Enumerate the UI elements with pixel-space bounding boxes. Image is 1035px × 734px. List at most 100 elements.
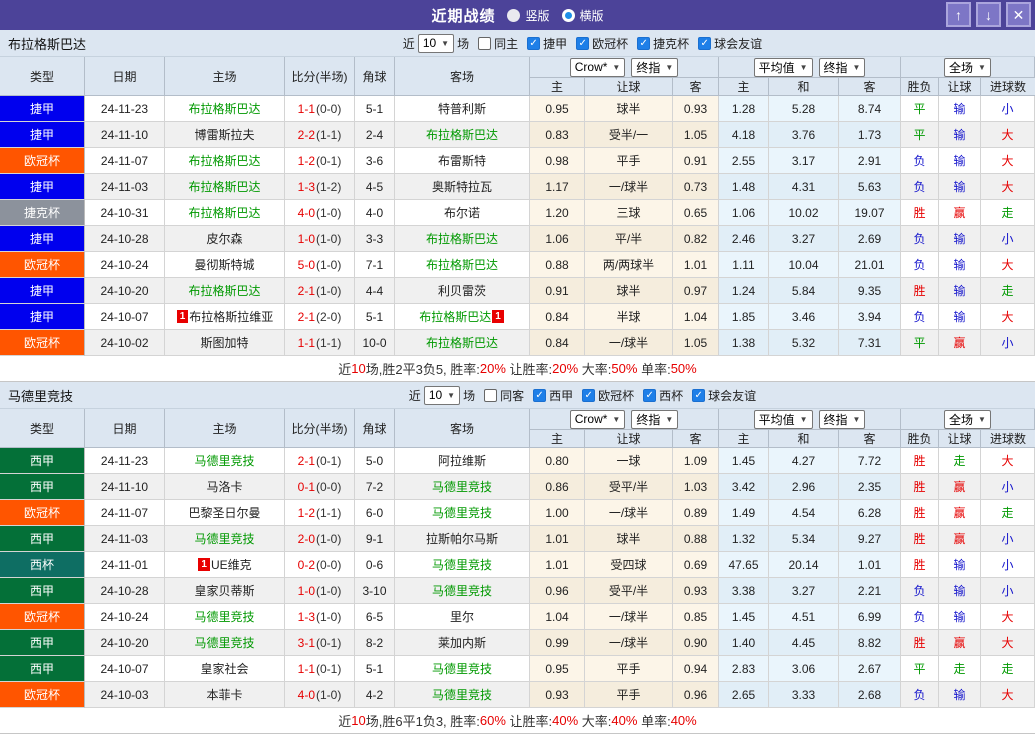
- handicap-home-odds: 0.95: [530, 96, 585, 122]
- league-filter-checkbox[interactable]: ✓: [637, 36, 651, 50]
- layout-radio-vertical[interactable]: 竖版: [507, 7, 550, 24]
- summary-segment: 50%: [611, 361, 638, 376]
- scroll-up-button[interactable]: ↑: [946, 2, 971, 27]
- chevron-down-icon: ▼: [612, 414, 621, 424]
- handicap-away-odds: 1.05: [673, 330, 719, 356]
- europe-home-odds: 1.48: [719, 174, 769, 200]
- home-team-cell: 马德里竞技: [165, 604, 285, 630]
- result-handicap: 赢: [939, 474, 981, 500]
- rank-badge: 1: [492, 310, 504, 323]
- summary-segment: 让胜率:: [505, 362, 553, 377]
- handicap-home-odds: 0.80: [530, 448, 585, 474]
- handicap-home-odds: 0.84: [530, 330, 585, 356]
- arrow-down-icon: ↓: [985, 6, 992, 23]
- matches-count-select[interactable]: 10 ▼: [417, 33, 455, 53]
- result-handicap: 赢: [939, 330, 981, 356]
- handicap-away-odds: 0.94: [673, 656, 719, 682]
- period-select[interactable]: 全场 ▼: [944, 409, 991, 429]
- handicap-away-odds: 1.05: [673, 122, 719, 148]
- europe-time-select[interactable]: 终指 ▼: [818, 409, 866, 429]
- sub-column-header: 客: [673, 430, 719, 448]
- league-filter-checkbox[interactable]: ✓: [533, 388, 547, 402]
- team-name-text: 利贝雷茨: [437, 284, 486, 298]
- home-team-cell: 马德里竞技: [165, 630, 285, 656]
- europe-draw-odds: 5.34: [769, 526, 839, 552]
- fulltime-score: 3-1: [297, 635, 315, 650]
- europe-away-odds: 8.74: [839, 96, 901, 122]
- section-summary: 近 10 场,胜2平3负5, 胜率: 20% 让胜率: 20% 大率: 50% 单率: 50…: [0, 356, 1035, 382]
- corner-score-cell: 5-1: [355, 304, 395, 330]
- score-cell: 1-2 (1-1): [285, 500, 355, 526]
- sub-column-header: 客: [839, 430, 901, 448]
- sub-column-header: 进球数: [981, 430, 1035, 448]
- europe-odds-select[interactable]: 平均值 ▼: [753, 409, 813, 429]
- europe-away-odds: 2.67: [839, 656, 901, 682]
- league-filter-checkbox[interactable]: ✓: [582, 388, 596, 402]
- handicap-home-odds: 0.83: [530, 122, 585, 148]
- score-cell: 4-0 (1-0): [285, 682, 355, 708]
- match-date: 24-11-10: [85, 474, 165, 500]
- europe-home-odds: 3.42: [719, 474, 769, 500]
- result-goals: 走: [981, 500, 1035, 526]
- league-filter-checkbox[interactable]: ✓: [698, 36, 712, 50]
- europe-odds-select[interactable]: 平均值 ▼: [753, 57, 813, 77]
- match-date: 24-11-23: [85, 448, 165, 474]
- europe-away-odds: 9.35: [839, 278, 901, 304]
- odds-company-select[interactable]: Crow* ▼: [569, 57, 626, 77]
- europe-draw-odds: 4.54: [769, 500, 839, 526]
- match-date: 24-10-07: [85, 656, 165, 682]
- result-goals: 小: [981, 552, 1035, 578]
- europe-draw-odds: 10.04: [769, 252, 839, 278]
- league-filter-checkbox[interactable]: ✓: [643, 388, 657, 402]
- europe-away-odds: 6.99: [839, 604, 901, 630]
- result-goals: 小: [981, 330, 1035, 356]
- handicap-away-odds: 1.03: [673, 474, 719, 500]
- same-venue-checkbox[interactable]: [484, 388, 498, 402]
- match-date: 24-11-03: [85, 174, 165, 200]
- match-type-badge: 捷克杯: [0, 200, 85, 226]
- league-filter-checkbox[interactable]: ✓: [576, 36, 590, 50]
- home-team-cell: 巴黎圣日尔曼: [165, 500, 285, 526]
- team-name-text: 布拉格斯巴达: [425, 232, 498, 246]
- close-button[interactable]: ✕: [1006, 2, 1031, 27]
- europe-away-odds: 5.63: [839, 174, 901, 200]
- result-handicap: 输: [939, 604, 981, 630]
- europe-draw-odds: 3.46: [769, 304, 839, 330]
- handicap-home-odds: 1.17: [530, 174, 585, 200]
- handicap-away-odds: 0.73: [673, 174, 719, 200]
- europe-draw-odds: 3.06: [769, 656, 839, 682]
- handicap-home-odds: 0.95: [530, 656, 585, 682]
- europe-draw-odds: 3.27: [769, 578, 839, 604]
- layout-radio-horizontal[interactable]: 横版: [561, 7, 604, 24]
- home-team-cell: 1 布拉格斯拉维亚: [165, 304, 285, 330]
- match-type-badge: 西甲: [0, 578, 85, 604]
- result-winloss: 胜: [901, 526, 939, 552]
- handicap-line: 一/球半: [585, 500, 673, 526]
- same-venue-checkbox[interactable]: [478, 36, 492, 50]
- league-filter-checkbox[interactable]: ✓: [527, 36, 541, 50]
- result-goals: 大: [981, 304, 1035, 330]
- summary-segment: 大率:: [578, 714, 612, 729]
- league-filter-checkbox[interactable]: ✓: [692, 388, 706, 402]
- score-cell: 2-1 (0-1): [285, 448, 355, 474]
- window-controls: ↑ ↓ ✕: [946, 2, 1031, 27]
- period-select[interactable]: 全场 ▼: [944, 57, 991, 77]
- handicap-away-odds: 0.88: [673, 526, 719, 552]
- europe-home-odds: 2.83: [719, 656, 769, 682]
- sub-column-header: 客: [673, 78, 719, 96]
- scroll-down-button[interactable]: ↓: [976, 2, 1001, 27]
- matches-count-select[interactable]: 10 ▼: [423, 385, 461, 405]
- team-name-text: 布拉格斯拉维亚: [189, 310, 274, 324]
- column-header: 比分(半场): [285, 57, 355, 96]
- europe-time-select[interactable]: 终指 ▼: [818, 57, 866, 77]
- odds-time-select[interactable]: 终指 ▼: [631, 409, 679, 429]
- league-filter-label: 捷克杯: [653, 36, 690, 51]
- team-name-text: 马德里竞技: [431, 558, 492, 572]
- odds-company-select[interactable]: Crow* ▼: [569, 409, 626, 429]
- result-winloss: 负: [901, 604, 939, 630]
- odds-time-select[interactable]: 终指 ▼: [631, 57, 679, 77]
- home-team-cell: 布拉格斯巴达: [165, 174, 285, 200]
- halftime-score: (1-0): [316, 205, 342, 220]
- match-filters: 近 10 ▼ 场同主 ✓ 捷甲 ✓ 欧冠杯 ✓ 捷克杯 ✓ 球会友谊: [273, 33, 762, 53]
- column-header: 主场: [165, 409, 285, 448]
